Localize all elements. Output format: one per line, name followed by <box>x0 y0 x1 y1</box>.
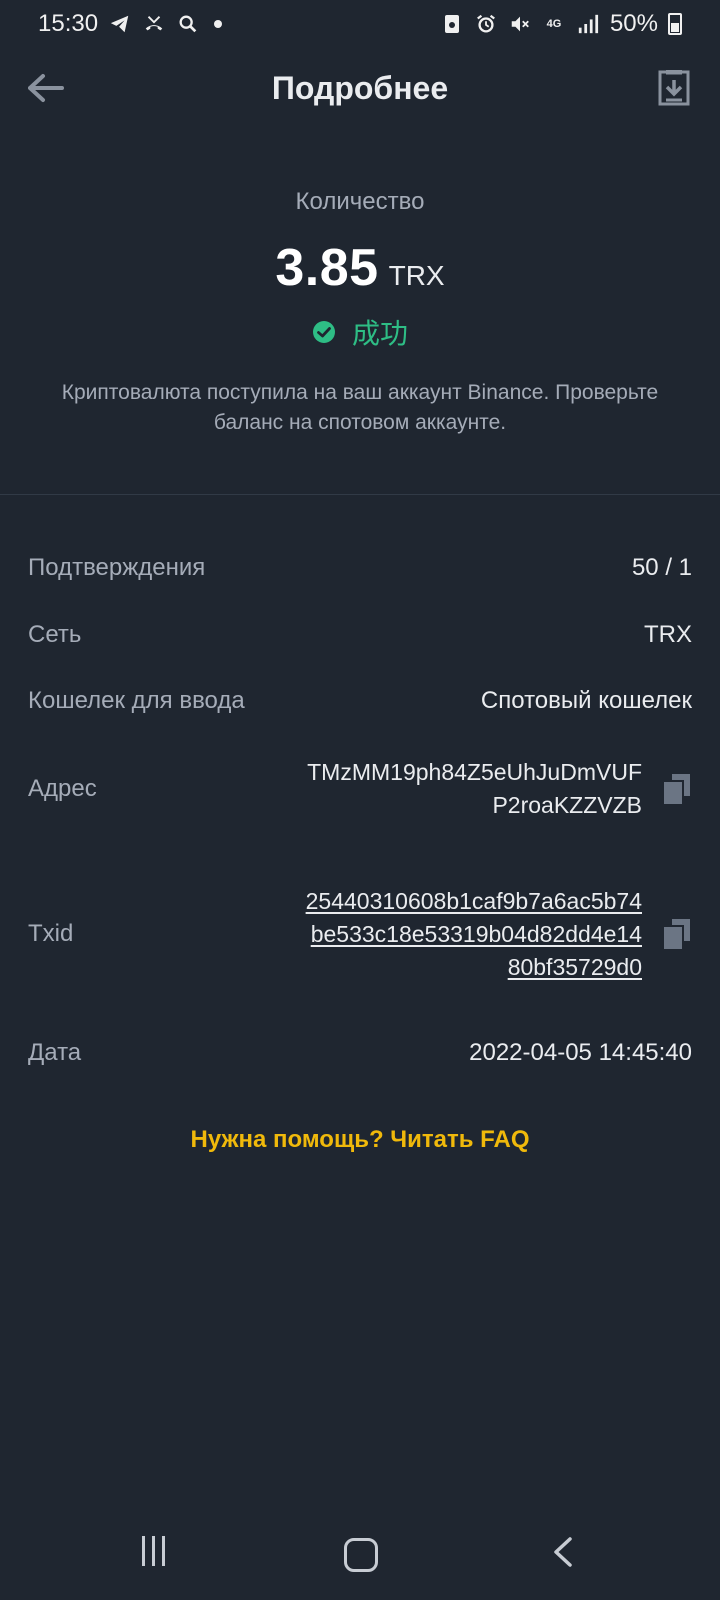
txid-line: be533c18e53319b04d82dd4e14 <box>310 920 642 947</box>
search-icon <box>176 12 200 36</box>
notification-dot-icon <box>214 20 223 28</box>
detail-row-address: Адрес TMzMM19ph84Z5eUhJuDmVUF P2roaKZZVZ… <box>28 734 692 844</box>
txid-link[interactable]: 25440310608b1caf9b7a6ac5b74 be533c18e533… <box>306 885 642 984</box>
detail-row-network: Сеть TRX <box>28 602 692 668</box>
divider <box>0 494 720 495</box>
address-line: TMzMM19ph84Z5eUhJuDmVUF <box>307 759 642 785</box>
copy-txid-button[interactable] <box>662 919 692 951</box>
page-title: Подробнее <box>271 70 449 106</box>
copy-address-button[interactable] <box>662 774 692 806</box>
status-badge: 成功 <box>351 318 408 349</box>
confirmations-value: 50 / 1 <box>631 554 692 581</box>
detail-row-txid: Txid 25440310608b1caf9b7a6ac5b74 be533c1… <box>28 868 692 1000</box>
download-button[interactable] <box>650 64 698 112</box>
confirmations-label: Подтверждения <box>28 554 206 581</box>
system-back-button[interactable] <box>548 1536 578 1568</box>
battery-icon <box>668 13 682 35</box>
details-list: Подтверждения 50 / 1 Сеть TRX Кошелек дл… <box>28 534 692 1086</box>
telegram-icon <box>108 12 132 36</box>
txid-line: 25440310608b1caf9b7a6ac5b74 <box>305 887 642 914</box>
address-value-group: TMzMM19ph84Z5eUhJuDmVUF P2roaKZZVZB <box>307 756 692 822</box>
status-row: 成功 <box>0 312 720 352</box>
address-line: P2roaKZZVZB <box>492 792 642 818</box>
address-label: Адрес <box>28 775 97 802</box>
status-description: Криптовалюта поступила на ваш аккаунт Bi… <box>61 381 659 434</box>
amount-value: 3.85 <box>275 239 379 297</box>
txid-value-group: 25440310608b1caf9b7a6ac5b74 be533c18e533… <box>306 885 692 984</box>
detail-row-confirmations: Подтверждения 50 / 1 <box>28 534 692 602</box>
status-bar-right: 4G 50% <box>440 10 682 38</box>
signal-icon <box>576 12 600 36</box>
faq-link[interactable]: Нужна помощь? Читать FAQ <box>0 1126 720 1154</box>
address-value: TMzMM19ph84Z5eUhJuDmVUF P2roaKZZVZB <box>307 756 642 822</box>
detail-row-date: Дата 2022-04-05 14:45:40 <box>28 1020 692 1086</box>
amount-row: 3.85 TRX <box>0 238 720 298</box>
check-circle-icon <box>312 321 335 343</box>
download-icon <box>658 70 690 106</box>
status-time: 15:30 <box>38 10 99 37</box>
date-value: 2022-04-05 14:45:40 <box>469 1039 692 1066</box>
alarm-icon <box>474 12 498 36</box>
network-4g-icon: 4G <box>546 18 562 30</box>
lock-recycle-icon <box>440 12 464 36</box>
quantity-label: Количество <box>295 188 425 215</box>
top-bar: Подробнее <box>0 48 720 134</box>
detail-row-wallet: Кошелек для ввода Спотовый кошелек <box>28 668 692 734</box>
status-bar-left: 15:30 <box>38 10 223 38</box>
wallet-label: Кошелек для ввода <box>28 687 245 714</box>
mute-icon <box>508 12 532 36</box>
amount-unit: TRX <box>388 260 445 291</box>
network-label: Сеть <box>28 621 82 648</box>
date-label: Дата <box>28 1039 82 1066</box>
txid-line: 80bf35729d0 <box>507 953 642 980</box>
missed-call-icon <box>142 12 166 36</box>
battery-percent: 50% <box>609 10 658 37</box>
wallet-value: Спотовый кошелек <box>480 687 692 714</box>
transaction-summary: Количество 3.85 TRX 成功 Криптовалюта пост… <box>0 180 720 438</box>
home-button[interactable] <box>344 1538 378 1572</box>
status-bar: 15:30 4G 50% <box>0 0 720 48</box>
recents-button[interactable] <box>142 1536 174 1568</box>
network-value: TRX <box>644 621 692 648</box>
txid-label: Txid <box>28 920 74 947</box>
